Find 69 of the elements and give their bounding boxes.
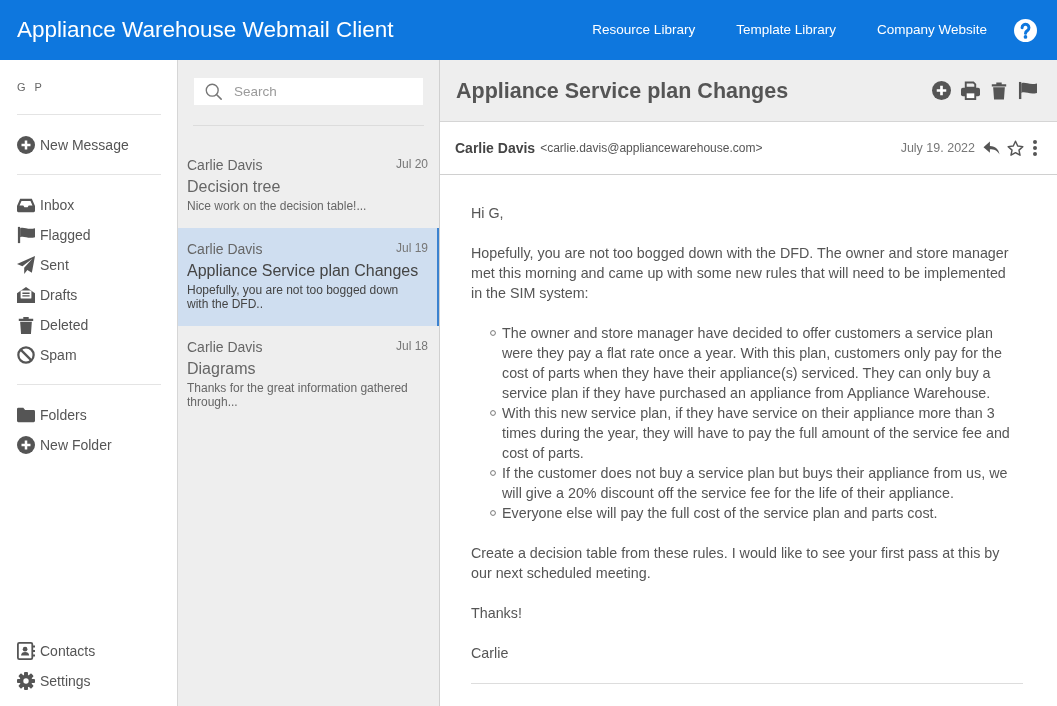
bullet-icon — [490, 510, 496, 516]
inbox-tray-icon — [17, 196, 35, 214]
message-paragraph: Hi G, — [471, 204, 505, 223]
message-date: Jul 19 — [395, 240, 428, 256]
sidebar-item[interactable]: Deleted — [17, 310, 89, 340]
message-subject: Decision tree — [187, 177, 282, 197]
vertical-dots-icon[interactable] — [1033, 140, 1037, 156]
plus-circle-icon[interactable] — [932, 81, 951, 100]
flag-icon — [17, 226, 35, 244]
trash-icon — [17, 316, 35, 334]
search-field[interactable]: Search — [194, 78, 423, 105]
bullet-icon — [490, 470, 496, 476]
message-preview: Nice work on the decision table!... — [187, 199, 368, 213]
plus-circle-icon — [17, 436, 35, 454]
sender-name: Carlie Davis — [187, 156, 263, 174]
settings-icon — [17, 672, 35, 690]
message-paragraph: Thanks! — [471, 604, 523, 623]
sidebar-item[interactable]: Folders — [17, 400, 87, 430]
message-paragraph: Hopefully, you are not too bogged down with the DFD. The owner and store manager met this morning and came up with some new rules that will need to be implemented in the SIM system: — [471, 244, 1010, 303]
app-title: Appliance Warehouse Webmail Client — [17, 16, 394, 44]
star-icon[interactable] — [1007, 139, 1024, 157]
sidebar-item[interactable]: Flagged — [17, 220, 91, 250]
sender-name: Carlie Davis — [187, 240, 263, 258]
bullet-icon — [490, 410, 496, 416]
message-preview: Hopefully, you are not too bogged down with the DFD.. — [187, 283, 400, 311]
nav-link[interactable]: Company Website — [876, 21, 987, 39]
list-item-text: If the customer does not buy a service plan but buys their appliance from us, we will give a 20% discount off the service fee for the life of their appliance. — [502, 464, 1009, 503]
list-item-text: With this new service plan, if they have service on their appliance more than 3 times during the year, they will have to pay the full amount of the service fee and cost of parts. — [502, 404, 1011, 463]
nav-link[interactable]: Template Library — [736, 21, 836, 39]
flag-icon[interactable] — [1018, 81, 1037, 100]
message-date: Jul 18 — [395, 338, 428, 354]
message-subject: Diagrams — [187, 359, 257, 379]
sender-name: Carlie Davis — [187, 338, 263, 356]
message-list-item[interactable]: Carlie Davis Jul 20 Decision tree Nice work on the decision table!... — [178, 144, 439, 228]
help-icon[interactable] — [1014, 18, 1037, 42]
ban-icon — [17, 346, 35, 364]
sidebar-item[interactable]: Settings — [17, 666, 91, 696]
sidebar-item[interactable]: Spam — [17, 340, 77, 370]
sidebar-item[interactable]: New Message — [17, 130, 129, 160]
sidebar-item[interactable]: Inbox — [17, 190, 75, 220]
message-date: July 19. 2022 — [900, 139, 975, 157]
message-subject: Appliance Service plan Changes — [187, 261, 420, 281]
list-item-text: The owner and store manager have decided to offer customers a service plan were they pay a flat rate once a year. With this plan, customers only pay for the cost of parts when they have their appliance(s) serviced. They can only buy a service plan if they have purchased an appliance from Appliance Warehouse. — [502, 324, 1003, 403]
reply-icon[interactable] — [983, 140, 1000, 156]
message-paragraph: Create a decision table from these rules. I would like to see your first pass at this by our next scheduled meeting. — [471, 544, 1001, 583]
paper-plane-icon — [17, 256, 35, 274]
sidebar-item[interactable]: New Folder — [17, 430, 112, 460]
trash-icon[interactable] — [990, 81, 1008, 100]
message-title: Appliance Service plan Changes — [456, 77, 789, 104]
list-item-text: Everyone else will pay the full cost of the service plan and parts cost. — [502, 504, 938, 523]
print-icon[interactable] — [961, 81, 980, 100]
message-list-item[interactable]: Carlie Davis Jul 19 Appliance Service plan Changes Hopefully, you are not too bogged down with the DFD.. — [178, 228, 439, 326]
sidebar-item[interactable]: Drafts — [17, 280, 78, 310]
message-preview: Thanks for the great information gathered through... — [187, 381, 409, 409]
sidebar-item[interactable]: Sent — [17, 250, 69, 280]
bullet-icon — [490, 330, 496, 336]
search-icon — [205, 83, 222, 100]
sender-name: Carlie Davis — [455, 138, 536, 158]
sender-email: <carlie.davis@appliancewarehouse.com> — [540, 140, 763, 157]
sidebar-item[interactable]: Contacts — [17, 636, 96, 666]
message-list-item[interactable]: Carlie Davis Jul 18 Diagrams Thanks for the great information gathered through... — [178, 326, 439, 424]
envelope-icon — [17, 286, 35, 304]
message-paragraph: Carlie — [471, 644, 510, 663]
contact-card-icon — [17, 642, 35, 660]
plus-circle-icon — [17, 136, 35, 154]
folder-icon — [17, 406, 35, 424]
user-initials: G P — [17, 81, 45, 93]
nav-link[interactable]: Resource Library — [592, 21, 696, 39]
message-date: Jul 20 — [395, 156, 428, 172]
